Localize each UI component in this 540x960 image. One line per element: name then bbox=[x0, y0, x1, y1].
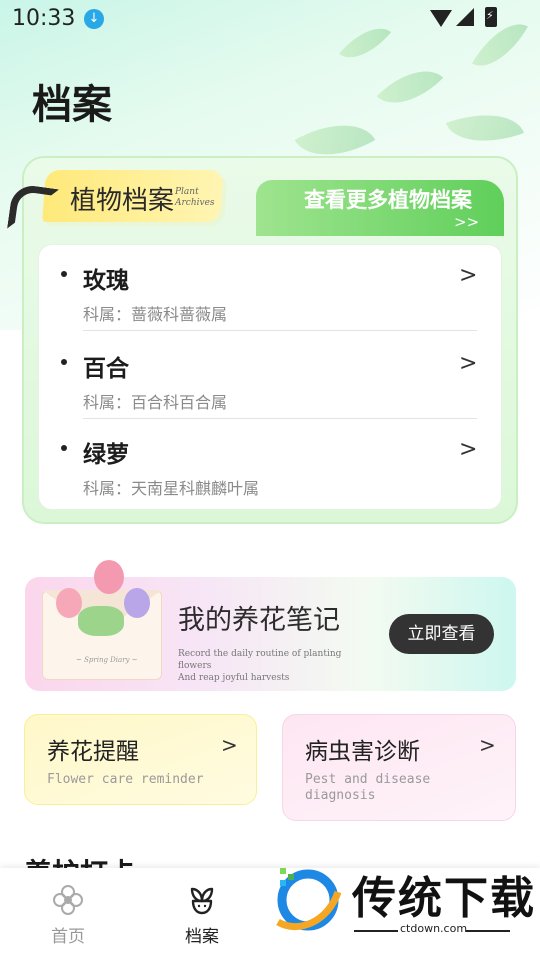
archive-tag-english: Plant Archives bbox=[175, 187, 215, 209]
notes-subtitle-line1: Record the daily routine of planting flo… bbox=[178, 649, 342, 671]
plant-row-rose[interactable]: 玫瑰 科属：蔷薇科蔷薇属 > bbox=[39, 245, 503, 331]
chevron-right-icon: > bbox=[459, 351, 478, 376]
nav-home[interactable]: 首页 bbox=[38, 884, 98, 947]
plant-row-lily[interactable]: 百合 科属：百合科百合属 > bbox=[39, 333, 503, 419]
plant-family: 科属：百合科百合属 bbox=[83, 393, 228, 412]
status-time: 10:33 bbox=[12, 6, 76, 31]
iris-illustration bbox=[124, 588, 150, 618]
chevron-right-icon: > bbox=[479, 733, 496, 757]
watermark-url: ctdown.com bbox=[400, 922, 468, 935]
divider bbox=[354, 930, 398, 932]
chevron-right-icon: > bbox=[459, 437, 478, 462]
archive-tag-english-line1: Plant bbox=[175, 187, 199, 197]
more-archives-arrows[interactable]: >> bbox=[454, 213, 479, 231]
notes-subtitle: Record the daily routine of planting flo… bbox=[178, 648, 358, 684]
card-subtitle: Pest and disease diagnosis bbox=[305, 772, 431, 803]
card-title: 病虫害诊断 bbox=[305, 739, 420, 765]
care-reminder-card[interactable]: 养花提醒 > Flower care reminder bbox=[24, 714, 257, 805]
card-subtitle: Flower care reminder bbox=[47, 772, 204, 787]
plant-family: 科属：天南星科麒麟叶属 bbox=[83, 479, 260, 498]
chevron-right-icon: > bbox=[459, 263, 478, 288]
archive-tag-english-line2: Archives bbox=[175, 198, 215, 208]
nav-archive-label: 档案 bbox=[185, 927, 219, 947]
watermark-text: 传统下载 bbox=[352, 873, 536, 924]
plant-name: 绿萝 bbox=[83, 442, 129, 468]
plant-name: 百合 bbox=[83, 356, 129, 382]
battery-icon bbox=[485, 7, 497, 27]
plant-list: 玫瑰 科属：蔷薇科蔷薇属 > 百合 科属：百合科百合属 > 绿萝 科属：天南星科… bbox=[38, 244, 502, 510]
flower-icon bbox=[53, 885, 83, 915]
more-archives-label[interactable]: 查看更多植物档案 bbox=[304, 184, 472, 214]
archive-tag-label: 植物档案 bbox=[70, 186, 175, 216]
divider bbox=[466, 930, 510, 932]
status-bar: 10:33 ↓ bbox=[0, 0, 540, 38]
bullet-icon bbox=[61, 445, 67, 451]
plant-name: 玫瑰 bbox=[83, 268, 129, 294]
page-title: 档案 bbox=[32, 82, 112, 128]
leaf-cluster-illustration bbox=[78, 606, 124, 636]
bullet-icon bbox=[61, 271, 67, 277]
watermark-logo bbox=[276, 868, 342, 931]
view-now-button[interactable]: 立即查看 bbox=[389, 614, 494, 654]
notes-subtitle-line2: And reap joyful harvests bbox=[178, 673, 290, 683]
signal-icon bbox=[456, 8, 474, 26]
notes-title: 我的养花笔记 bbox=[178, 605, 340, 636]
divider bbox=[83, 330, 477, 331]
card-title: 养花提醒 bbox=[47, 739, 139, 765]
envelope-caption: ~ Spring Diary ~ bbox=[76, 656, 138, 664]
plant-family: 科属：蔷薇科蔷薇属 bbox=[83, 305, 228, 324]
plant-row-pothos[interactable]: 绿萝 科属：天南星科麒麟叶属 > bbox=[39, 419, 503, 505]
chevron-right-icon: > bbox=[221, 733, 238, 757]
nav-archive[interactable]: 档案 bbox=[172, 884, 232, 947]
tulip-illustration bbox=[94, 560, 124, 594]
plant-pot-icon bbox=[190, 887, 214, 915]
wifi-icon bbox=[430, 10, 452, 27]
download-icon: ↓ bbox=[84, 9, 104, 29]
nav-home-label: 首页 bbox=[51, 927, 85, 947]
pest-diagnosis-card[interactable]: 病虫害诊断 > Pest and disease diagnosis bbox=[282, 714, 516, 821]
bullet-icon bbox=[61, 359, 67, 365]
